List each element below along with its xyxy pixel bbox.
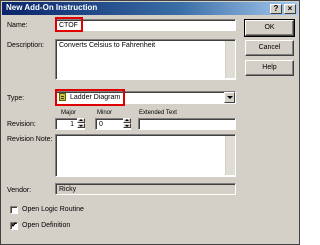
open-logic-routine-checkbox[interactable] [10, 206, 18, 214]
title-bar[interactable]: New Add-On Instruction ? × [2, 2, 298, 15]
type-value: Ladder Diagram [70, 94, 121, 101]
name-label: Name: [7, 22, 28, 29]
revision-label: Revision: [7, 121, 36, 128]
ok-button[interactable]: OK [244, 19, 295, 37]
minor-label: Minor [97, 110, 113, 116]
description-textarea[interactable]: Converts Celsius to Fahrenheit [55, 39, 236, 80]
vendor-label: Vendor: [7, 187, 32, 194]
major-spinner[interactable] [77, 118, 85, 129]
extended-text-label: Extended Text [139, 110, 177, 116]
new-add-on-instruction-dialog: New Add-On Instruction ? × Name: CTOF De… [0, 0, 300, 245]
vendor-input[interactable]: Ricky [55, 183, 236, 195]
checkmark-icon: ✔ [11, 222, 17, 229]
major-down-arrow-icon[interactable] [77, 123, 85, 128]
revision-note-label: Revision Note: [7, 136, 53, 143]
close-icon[interactable]: × [284, 4, 296, 14]
minor-down-arrow-icon[interactable] [123, 123, 131, 128]
help-title-button[interactable]: ? [270, 4, 282, 14]
minor-spinner[interactable] [123, 118, 131, 129]
revision-note-textarea[interactable] [55, 134, 236, 177]
ladder-diagram-icon [59, 93, 66, 101]
cancel-button[interactable]: Cancel [245, 40, 294, 56]
type-label: Type: [7, 95, 25, 102]
description-text: Converts Celsius to Fahrenheit [59, 42, 156, 49]
type-select[interactable]: Ladder Diagram [55, 91, 236, 104]
extended-text-input[interactable] [138, 118, 236, 130]
name-input[interactable]: CTOF [55, 19, 236, 31]
open-definition-checkbox[interactable]: ✔ [10, 222, 18, 230]
description-label: Description: [7, 42, 44, 49]
open-logic-routine-label[interactable]: Open Logic Routine [22, 205, 84, 214]
help-button[interactable]: Help [245, 60, 294, 76]
description-scrollbar[interactable] [225, 41, 235, 78]
open-definition-label[interactable]: Open Definition [22, 221, 70, 230]
chevron-down-icon[interactable] [224, 92, 235, 103]
window-title: New Add-On Instruction [6, 3, 98, 12]
major-label: Major [61, 110, 77, 116]
revision-note-scrollbar[interactable] [225, 136, 235, 175]
